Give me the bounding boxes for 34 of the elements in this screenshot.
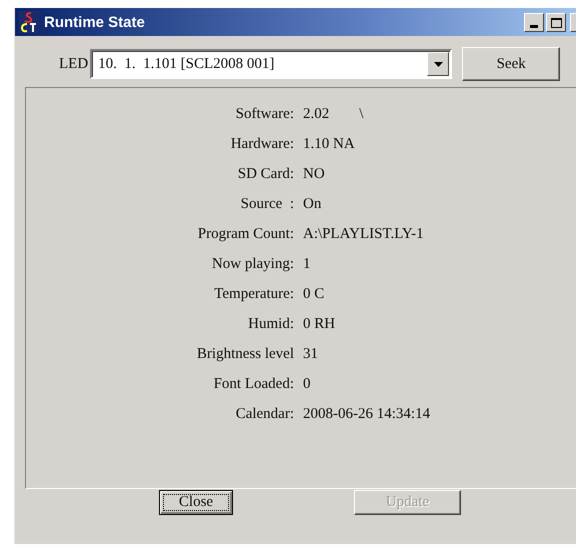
minimize-button[interactable]: [524, 12, 544, 32]
field-label: Source :: [240, 195, 294, 214]
app-logo-icon: [19, 11, 39, 33]
field-value: 2.02 \: [303, 105, 364, 124]
field-label: Font Loaded:: [212, 375, 294, 394]
led-label: LED: [59, 56, 88, 72]
field-value: 0 C: [303, 285, 326, 304]
seek-button[interactable]: Seek: [462, 47, 560, 81]
field-label: Program Count:: [196, 225, 294, 244]
led-dropdown[interactable]: 10. 1. 1.101 [SCL2008 001]: [90, 49, 452, 79]
field-label: Now playing:: [210, 255, 294, 274]
field-value: On: [303, 195, 322, 214]
maximize-button[interactable]: [546, 12, 566, 32]
field-value: 1: [303, 255, 312, 274]
minimize-icon: [530, 24, 538, 28]
field-value: NO: [303, 165, 326, 184]
field-value: 0 RH: [303, 315, 336, 334]
field-value: 0: [303, 375, 312, 394]
field-value: 31: [303, 345, 319, 364]
field-value: A:\PLAYLIST.LY-1: [303, 225, 425, 244]
window-title: Runtime State: [44, 14, 145, 30]
field-label: Calendar:: [234, 405, 294, 424]
field-label: SD Card:: [236, 165, 294, 184]
field-label: Brightness level: [196, 345, 294, 364]
maximize-icon: [550, 18, 562, 28]
field-value: 1.10 NA: [303, 135, 356, 154]
field-label: Temperature:: [213, 285, 294, 304]
field-value: 2008-06-26 14:34:14: [303, 405, 432, 424]
field-label: Hardware:: [230, 135, 294, 154]
caret-icon: [434, 62, 443, 66]
close-button[interactable]: Close: [159, 490, 233, 515]
field-label: Software:: [234, 105, 294, 124]
dropdown-arrow-button[interactable]: [427, 52, 450, 76]
field-label: Humid:: [247, 315, 294, 334]
